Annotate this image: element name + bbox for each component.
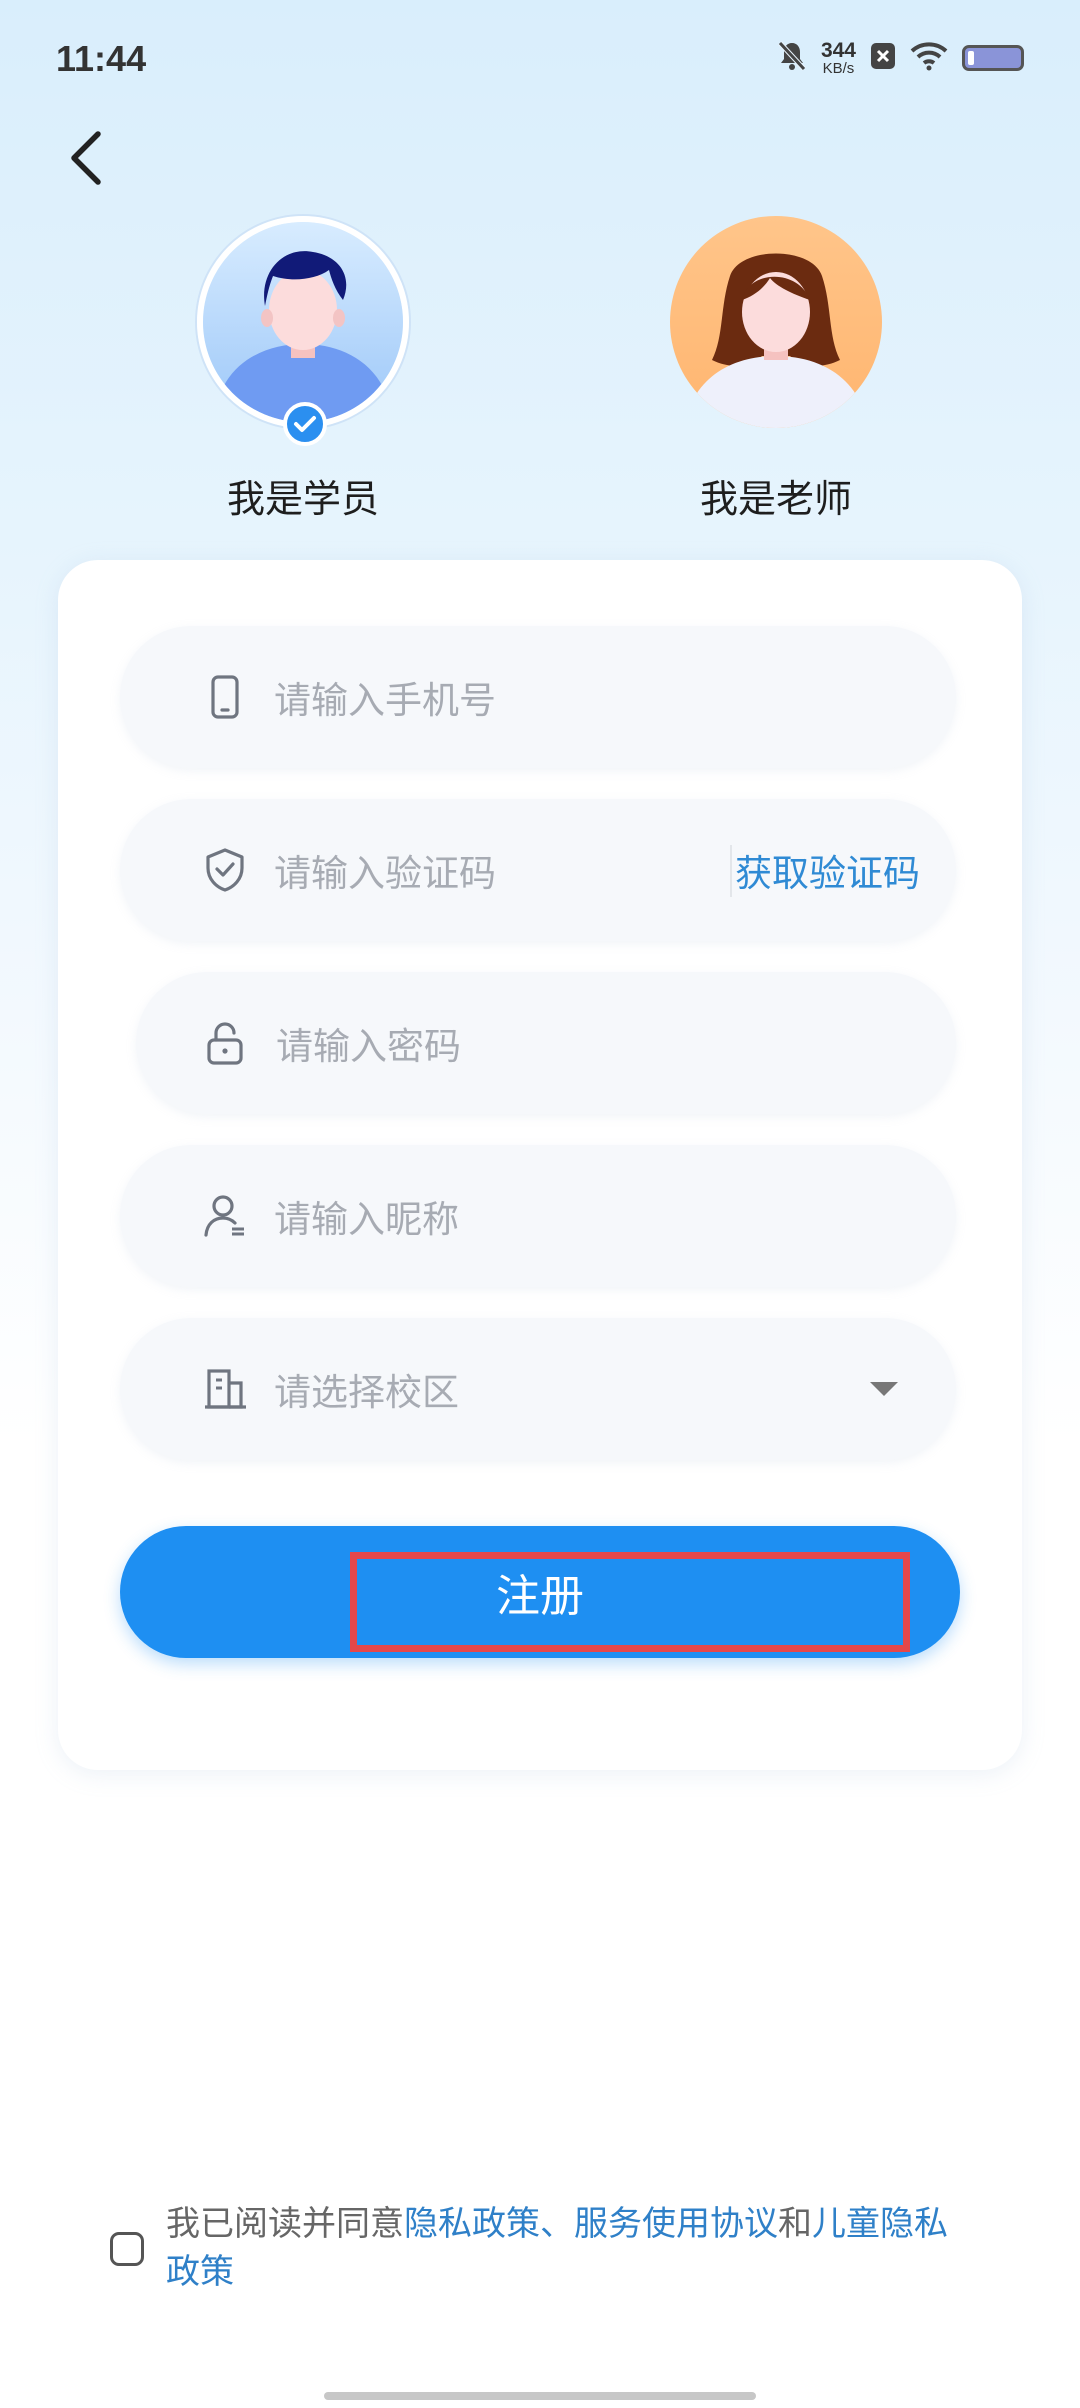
status-time: 11:44 <box>56 38 147 79</box>
nickname-field[interactable]: 请输入昵称 <box>120 1145 956 1287</box>
register-form-card: 请输入手机号 请输入验证码 获取验证码 请输入密码 请输入昵称 请选择校区 注册 <box>58 560 1022 1770</box>
mute-bell-icon <box>777 40 807 76</box>
network-speed-unit: KB/s <box>822 60 855 77</box>
campus-select[interactable]: 请选择校区 <box>120 1318 956 1460</box>
code-placeholder: 请输入验证码 <box>274 852 496 895</box>
password-field[interactable]: 请输入密码 <box>136 972 956 1114</box>
selected-check-icon <box>283 402 327 446</box>
dropdown-caret-icon <box>870 1382 898 1396</box>
highlight-box <box>350 1552 910 1652</box>
teacher-avatar <box>670 216 882 428</box>
back-button[interactable] <box>62 128 112 188</box>
code-field[interactable]: 请输入验证码 获取验证码 <box>120 799 956 941</box>
building-icon <box>205 1369 246 1409</box>
network-speed: 344 KB/s <box>821 40 856 76</box>
agreement-checkbox[interactable] <box>110 2232 144 2266</box>
agreement-prefix: 我已阅读并同意 <box>166 2204 404 2244</box>
service-agreement-link[interactable]: 服务使用协议 <box>574 2204 778 2244</box>
status-bar: 11:44 344 KB/s <box>0 0 1080 120</box>
agreement-and: 和 <box>778 2204 812 2244</box>
user-icon <box>204 1195 244 1237</box>
phone-field[interactable]: 请输入手机号 <box>120 626 956 768</box>
phone-placeholder: 请输入手机号 <box>274 679 496 722</box>
privacy-policy-link[interactable]: 隐私政策 <box>404 2204 540 2244</box>
student-avatar <box>197 216 409 428</box>
register-button[interactable]: 注册 <box>120 1526 960 1658</box>
shield-check-icon <box>206 848 244 892</box>
close-box-icon <box>870 42 896 74</box>
network-speed-value: 344 <box>820 39 856 62</box>
battery-icon <box>962 45 1024 71</box>
phone-icon <box>211 675 239 719</box>
agreement-separator: 、 <box>540 2204 574 2244</box>
agreement-text: 我已阅读并同意隐私政策、服务使用协议和儿童隐私政策 <box>166 2200 966 2296</box>
password-placeholder: 请输入密码 <box>276 1025 461 1068</box>
role-student-option[interactable]: 我是学员 <box>193 216 413 523</box>
role-student-label: 我是学员 <box>226 477 379 521</box>
chevron-left-icon <box>71 131 101 185</box>
role-teacher-label: 我是老师 <box>699 477 852 521</box>
code-divider <box>730 845 732 897</box>
role-teacher-option[interactable]: 我是老师 <box>666 216 886 523</box>
unlock-icon <box>207 1022 243 1065</box>
home-indicator[interactable] <box>324 2392 756 2400</box>
campus-placeholder: 请选择校区 <box>274 1371 459 1414</box>
nickname-placeholder: 请输入昵称 <box>274 1198 459 1241</box>
get-code-button[interactable]: 获取验证码 <box>735 843 920 897</box>
status-icons: 344 KB/s <box>777 40 1024 76</box>
wifi-icon <box>910 41 948 75</box>
